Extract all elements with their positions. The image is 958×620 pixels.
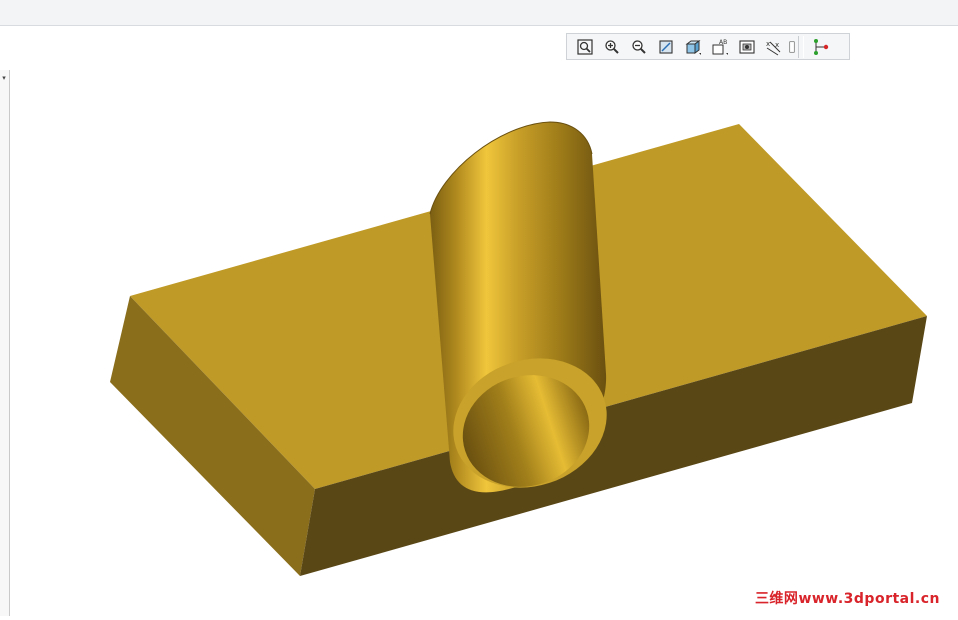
watermark-cn: 三维网: [754, 591, 799, 607]
zoom-out-icon: [631, 39, 646, 54]
refit-button[interactable]: [572, 36, 597, 58]
model-tree-button[interactable]: [808, 36, 833, 58]
display-style-icon: [685, 39, 701, 55]
zoom-in-button[interactable]: [599, 36, 624, 58]
saved-views-icon: AB: [712, 39, 728, 55]
partial-hidden-button[interactable]: [788, 36, 796, 58]
left-panel-edge[interactable]: [0, 70, 10, 616]
zoom-out-button[interactable]: [626, 36, 651, 58]
view-manager-button[interactable]: [734, 36, 759, 58]
datum-display-icon: x x: [766, 40, 780, 55]
saved-views-button[interactable]: AB: [707, 36, 732, 58]
partial-hidden-icon: [789, 40, 795, 53]
model-tree-icon: [813, 38, 828, 55]
svg-text:AB: AB: [719, 39, 727, 46]
view-manager-icon: [738, 39, 755, 54]
svg-text:x: x: [775, 41, 779, 49]
repaint-button[interactable]: [653, 36, 678, 58]
3d-viewport[interactable]: [10, 62, 958, 616]
datum-display-button[interactable]: x x: [761, 36, 786, 58]
graphics-toolbar: AB x x: [566, 33, 850, 60]
top-strip: [0, 0, 958, 26]
svg-text:x: x: [766, 40, 770, 48]
repaint-icon: [658, 39, 673, 54]
toolbar-separator: [798, 35, 804, 58]
collapse-arrow-icon[interactable]: ▾: [0, 73, 8, 83]
display-style-button[interactable]: [680, 36, 705, 58]
watermark-url: www.3dportal.cn: [798, 591, 940, 607]
refit-icon: [576, 38, 593, 55]
3d-model: [110, 121, 927, 576]
zoom-in-icon: [604, 39, 619, 54]
watermark: 三维网www.3dportal.cn: [755, 588, 940, 608]
